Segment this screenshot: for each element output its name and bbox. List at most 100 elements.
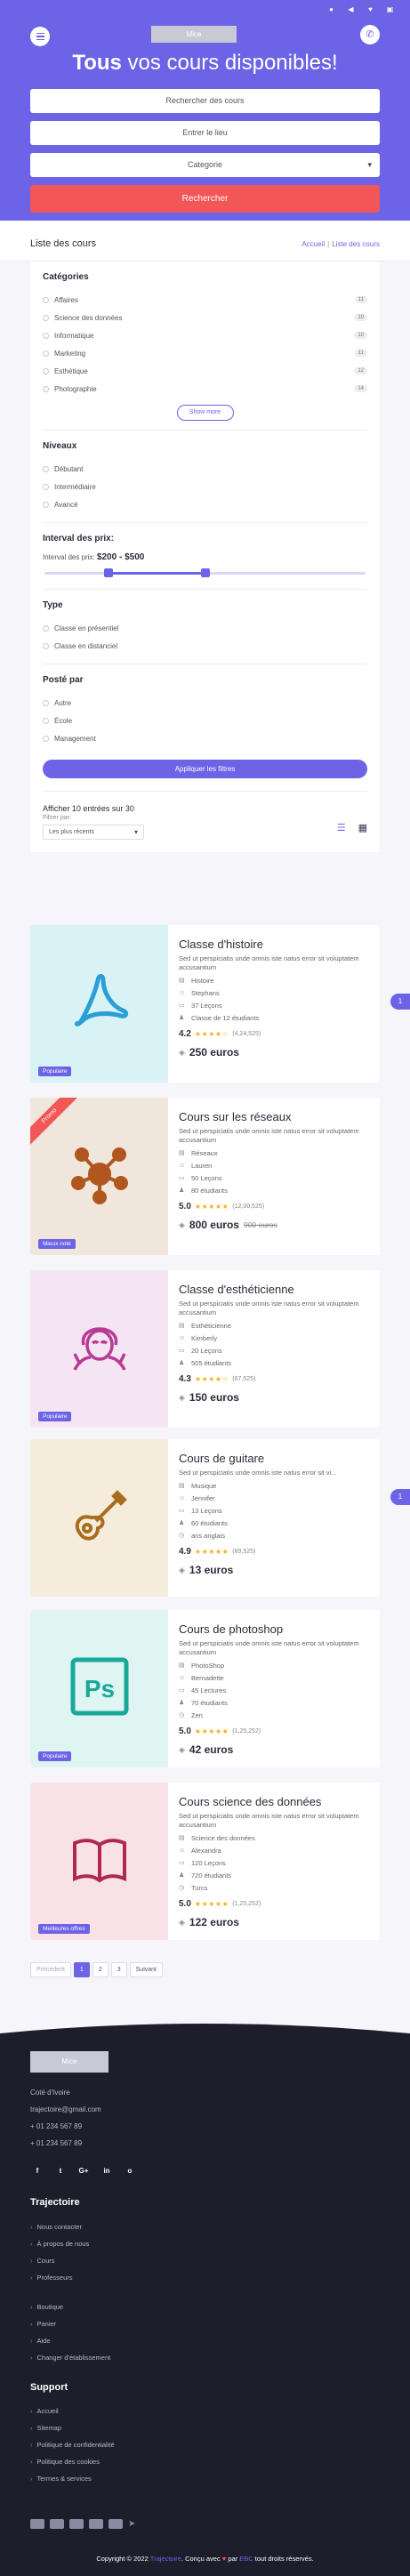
checkbox[interactable] [43, 624, 49, 632]
course-title[interactable]: Cours science des données [179, 1795, 369, 1808]
footer-link[interactable]: Changer d'établissement [30, 2354, 111, 2362]
course-title[interactable]: Classe d'esthéticienne [179, 1283, 369, 1296]
category-option[interactable]: Marketing 11 [43, 344, 367, 362]
facebook-icon[interactable]: f [30, 2164, 44, 2178]
search-input[interactable]: Rechercher des cours [30, 89, 380, 113]
course-title[interactable]: Cours sur les réseaux [179, 1110, 369, 1123]
level-option[interactable]: Avancé [43, 495, 367, 513]
level-option[interactable]: Intermédiaire [43, 478, 367, 495]
pagination-page[interactable]: 2 [92, 1962, 109, 1977]
level-option[interactable]: Débutant [43, 460, 367, 478]
sort-select[interactable]: Les plus récents [43, 825, 144, 840]
type-option[interactable]: Classe en distanciel [43, 637, 367, 655]
checkbox[interactable] [43, 332, 49, 339]
checkbox[interactable] [43, 296, 49, 303]
pagination-next[interactable]: Suivant [129, 1962, 163, 1977]
location-input[interactable]: Entrer le lieu [30, 121, 380, 145]
checkbox[interactable] [43, 483, 49, 490]
footer-link[interactable]: Boutique [30, 2303, 64, 2311]
footer-logo[interactable]: Mice [30, 2051, 109, 2073]
price-slider-max-handle[interactable] [200, 568, 210, 577]
checkbox[interactable] [43, 314, 49, 321]
footer-link[interactable]: Nous contacter [30, 2223, 82, 2231]
pagination-page[interactable]: 1 [73, 1962, 90, 1977]
price-slider-min-handle[interactable] [104, 568, 114, 577]
heart-icon[interactable]: ♥ [366, 5, 374, 13]
footer-link[interactable]: Politique de confidentialité [30, 2441, 115, 2449]
logo[interactable]: Mice [151, 26, 237, 43]
footer-link[interactable]: Professeurs [30, 2274, 73, 2282]
category-select[interactable]: Categorie [30, 153, 380, 177]
course-card[interactable]: Cours de guitare Sed ut perspiciatis unde… [30, 1439, 380, 1597]
footer-link[interactable]: Politique des cookies [30, 2458, 100, 2466]
copyright-brand[interactable]: Trajectoire [150, 2555, 181, 2563]
course-card[interactable]: Ps Populaire Cours de photoshop Sed ut pers… [30, 1610, 380, 1767]
side-badge[interactable]: 1 [390, 1489, 410, 1505]
footer-link[interactable]: Termes & services [30, 2475, 92, 2483]
course-thumbnail[interactable] [30, 1439, 168, 1597]
footer-link[interactable]: Sitemap [30, 2424, 62, 2432]
category-option[interactable]: Science des données 10 [43, 309, 367, 326]
type-label: Classe en distanciel [54, 641, 118, 650]
checkbox[interactable] [43, 717, 49, 724]
footer-link[interactable]: Accueil [30, 2407, 59, 2415]
volume-icon[interactable]: ◀ [347, 5, 355, 13]
list-view-icon[interactable]: ☰ [337, 822, 346, 833]
phone-button[interactable]: ✆ [360, 25, 380, 44]
course-title[interactable]: Classe d'histoire [179, 938, 369, 951]
checkbox[interactable] [43, 642, 49, 649]
search-button[interactable]: Rechercher [30, 185, 380, 213]
checkbox[interactable] [43, 350, 49, 357]
footer-link[interactable]: Aide [30, 2337, 51, 2345]
course-thumbnail[interactable]: Promo Mieux noté [30, 1098, 168, 1255]
posted-by-option[interactable]: Management [43, 729, 367, 747]
show-more-button[interactable]: Show more [176, 405, 234, 421]
course-title[interactable]: Cours de guitare [179, 1452, 369, 1465]
cart-icon[interactable]: ▣ [386, 5, 394, 13]
copyright-author[interactable]: EBC [239, 2555, 253, 2563]
course-card[interactable]: Populaire Classe d'histoire Sed ut perspic… [30, 925, 380, 1083]
checkbox[interactable] [43, 501, 49, 508]
type-option[interactable]: Classe en présentiel [43, 619, 367, 637]
footer-phone[interactable]: + 01 234 567 89 [30, 2139, 82, 2147]
category-option[interactable]: Informatique 10 [43, 326, 367, 344]
checkbox[interactable] [43, 465, 49, 472]
footer-link[interactable]: Cours [30, 2257, 55, 2265]
course-thumbnail[interactable]: Ps Populaire [30, 1610, 168, 1767]
course-card[interactable]: Meilleures offres Cours science des donné… [30, 1783, 380, 1940]
google-plus-icon[interactable]: G+ [76, 2164, 91, 2178]
course-thumbnail[interactable]: Populaire [30, 1270, 168, 1428]
course-title[interactable]: Cours de photoshop [179, 1622, 369, 1636]
footer-phone[interactable]: + 01 234 567 89 [30, 2122, 82, 2130]
side-badge[interactable]: 1 [390, 994, 410, 1010]
checkbox[interactable] [43, 699, 49, 706]
posted-by-option[interactable]: Autre [43, 694, 367, 712]
price-slider[interactable] [43, 568, 367, 578]
pagination-page[interactable]: 3 [110, 1962, 127, 1977]
footer-link[interactable]: À propos de nous [30, 2240, 90, 2248]
category-option[interactable]: Affaires 11 [43, 291, 367, 309]
mastercard-icon [50, 2519, 64, 2529]
course-thumbnail[interactable]: Meilleures offres [30, 1783, 168, 1940]
user-icon[interactable]: ● [327, 5, 335, 13]
github-icon[interactable]: o [123, 2164, 137, 2178]
course-card[interactable]: Promo Mieux noté Cours sur les réseaux Sed … [30, 1098, 380, 1255]
footer-email[interactable]: trajectoire@gmail.com [30, 2105, 101, 2113]
category-option[interactable]: Esthétique 12 [43, 362, 367, 380]
category-option[interactable]: Photographie 14 [43, 380, 367, 398]
twitter-icon[interactable]: t [53, 2164, 68, 2178]
grid-view-icon[interactable]: ▦ [358, 822, 367, 833]
posted-by-option[interactable]: École [43, 712, 367, 729]
checkbox[interactable] [43, 735, 49, 742]
apply-filters-button[interactable]: Appliquer les filtres [43, 760, 367, 778]
breadcrumb-home[interactable]: Accueil [301, 240, 325, 248]
footer-link[interactable]: Panier [30, 2320, 57, 2328]
course-meta: ◷ Turcs [179, 1882, 369, 1895]
pagination-prev[interactable]: Précédent [30, 1962, 71, 1977]
menu-button[interactable] [30, 27, 50, 46]
course-card[interactable]: Populaire Classe d'esthéticienne Sed ut pe… [30, 1270, 380, 1428]
linkedin-icon[interactable]: in [100, 2164, 114, 2178]
course-thumbnail[interactable]: Populaire [30, 925, 168, 1083]
checkbox[interactable] [43, 385, 49, 392]
checkbox[interactable] [43, 367, 49, 374]
